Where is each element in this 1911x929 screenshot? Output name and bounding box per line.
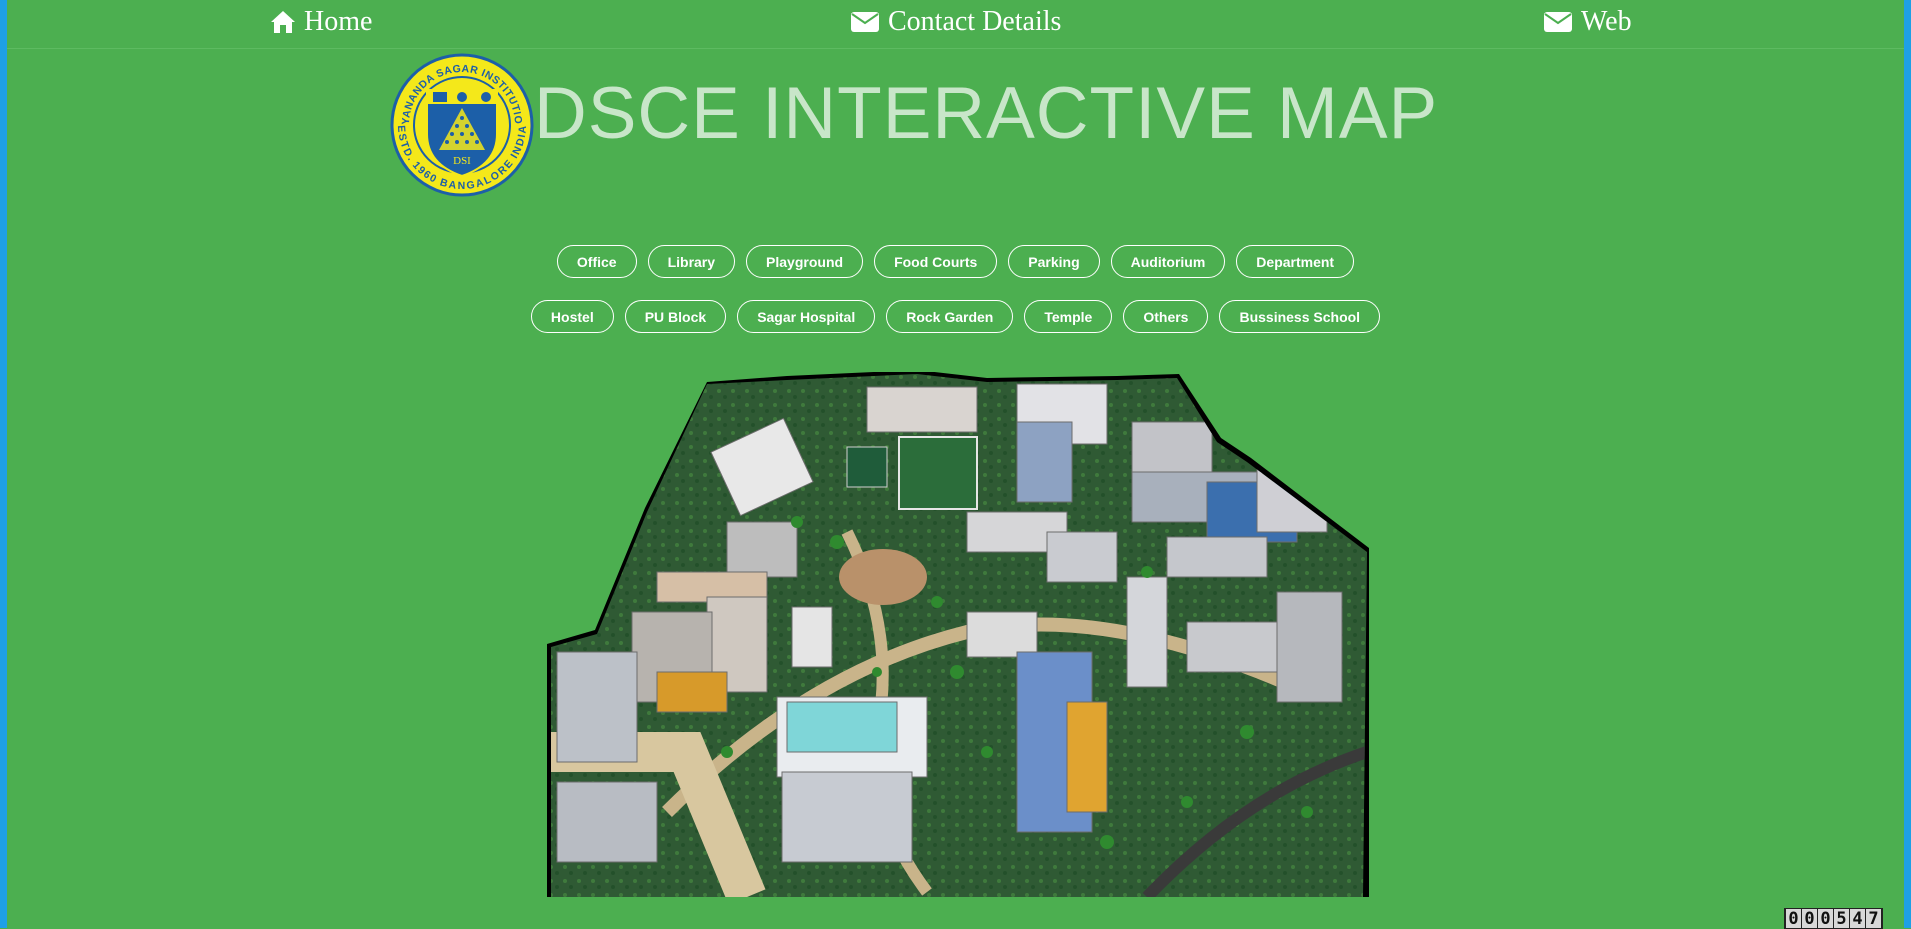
category-button-playground[interactable]: Playground — [746, 245, 864, 278]
category-button-pu-block[interactable]: PU Block — [624, 300, 727, 333]
counter-digit: 0 — [1786, 909, 1801, 929]
college-logo: DAYANANDA SAGAR INSTITUTIONS ESTD. 1960 … — [389, 52, 534, 197]
nav-contact-link[interactable]: Contact Details — [850, 6, 1061, 38]
category-button-library[interactable]: Library — [647, 245, 736, 278]
envelope-icon — [851, 12, 879, 32]
page-title: DSCE INTERACTIVE MAP — [534, 73, 1439, 154]
category-button-department[interactable]: Department — [1236, 245, 1355, 278]
home-icon — [271, 11, 295, 33]
nav-contact-label: Contact Details — [888, 6, 1062, 37]
category-button-sagar-hospital[interactable]: Sagar Hospital — [737, 300, 876, 333]
nav-web-label: Web — [1581, 6, 1632, 37]
nav-home-link[interactable]: Home — [270, 6, 372, 38]
category-button-parking[interactable]: Parking — [1008, 245, 1100, 278]
category-button-office[interactable]: Office — [556, 245, 637, 278]
category-button-bussiness-school[interactable]: Bussiness School — [1219, 300, 1381, 333]
page-header: DAYANANDA SAGAR INSTITUTIONS ESTD. 1960 … — [7, 50, 1904, 200]
campus-map-image[interactable] — [547, 372, 1369, 897]
category-buttons-row-1: Office Library Playground Food Courts Parkin… — [7, 245, 1904, 278]
category-button-food-courts[interactable]: Food Courts — [874, 245, 998, 278]
envelope-icon — [1544, 12, 1572, 32]
nav-web-link[interactable]: Web — [1543, 6, 1632, 38]
category-button-auditorium[interactable]: Auditorium — [1110, 245, 1226, 278]
logo-shield-text: DSI — [453, 155, 471, 167]
visitor-counter: 000547 — [1784, 908, 1883, 929]
counter-digit: 4 — [1850, 909, 1865, 929]
top-navigation-bar: Home Contact Details Web — [7, 0, 1904, 49]
counter-digit: 0 — [1802, 909, 1817, 929]
category-button-hostel[interactable]: Hostel — [530, 300, 614, 333]
counter-digit: 5 — [1834, 909, 1849, 929]
category-button-temple[interactable]: Temple — [1024, 300, 1113, 333]
nav-home-label: Home — [304, 6, 373, 37]
category-button-rock-garden[interactable]: Rock Garden — [886, 300, 1014, 333]
counter-digit: 7 — [1866, 909, 1881, 929]
category-button-others[interactable]: Others — [1123, 300, 1209, 333]
counter-digit: 0 — [1818, 909, 1833, 929]
category-buttons-row-2: Hostel PU Block Sagar Hospital Rock Garden T… — [7, 300, 1904, 333]
